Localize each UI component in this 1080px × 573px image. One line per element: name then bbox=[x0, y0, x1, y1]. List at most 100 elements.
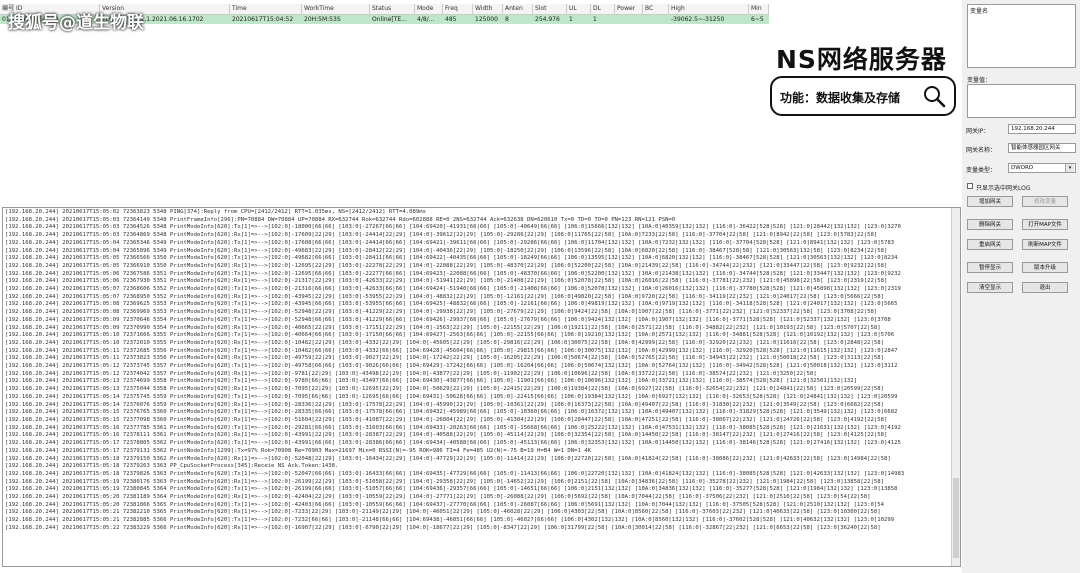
search-icon bbox=[924, 86, 946, 108]
log-line: [192.168.20.244] 20210617T15:05:03 72364… bbox=[5, 232, 878, 239]
log-line: [192.168.20.244] 20210617T15:05:09 72370… bbox=[5, 324, 881, 331]
column-header[interactable]: WorkTime bbox=[302, 4, 370, 14]
log-line: [192.168.20.244] 20210617T15:05:12 72373… bbox=[5, 363, 898, 370]
table-cell: 8 bbox=[505, 16, 509, 23]
watermark-text: 搜狐号@道生物联 bbox=[8, 13, 144, 33]
log-line: [192.168.20.244] 20210617T15:05:21 72382… bbox=[5, 509, 881, 516]
log-output[interactable]: [192.168.20.244] 20210617T15:05:02 72363… bbox=[2, 207, 961, 567]
log-line: [192.168.20.244] 20210617T15:05:16 72377… bbox=[5, 424, 901, 431]
table-cell bbox=[615, 15, 643, 24]
log-line: [192.168.20.244] 20210617T15:05:08 72369… bbox=[5, 301, 898, 308]
log-line: [192.168.20.244] 20210617T15:05:17 72378… bbox=[5, 440, 901, 447]
log-line: [192.168.20.244] 20210617T15:05:05 72366… bbox=[5, 262, 888, 269]
gateway-name-field[interactable]: 智能体感器园区网关 bbox=[1008, 143, 1076, 153]
log-line: [192.168.20.244] 20210617T15:05:20 72381… bbox=[5, 494, 871, 501]
log-line: [192.168.20.244] 20210617T15:05:19 72380… bbox=[5, 486, 898, 493]
log-line: [192.168.20.244] 20210617T15:05:13 72375… bbox=[5, 386, 884, 393]
log-line: [192.168.20.244] 20210617T15:05:18 72379… bbox=[5, 470, 905, 477]
show-selected-log-checkbox[interactable] bbox=[967, 183, 973, 189]
gateway-ip-label: 网关IP： bbox=[966, 128, 990, 135]
log-line: [192.168.20.244] 20210617T15:05:22 72383… bbox=[5, 524, 881, 531]
action-button[interactable]: 暂停显示 bbox=[967, 262, 1013, 273]
gateway-name-label: 网关名称： bbox=[966, 147, 997, 154]
var-value-box[interactable] bbox=[967, 84, 1076, 118]
log-line: [192.168.20.244] 20210617T15:05:12 72374… bbox=[5, 370, 817, 377]
log-line: [192.168.20.244] 20210617T15:05:17 72379… bbox=[5, 447, 591, 454]
table-cell: 1 bbox=[569, 16, 573, 23]
column-header[interactable]: DL bbox=[591, 4, 615, 14]
gateway-ip-field[interactable]: 192.168.20.244 bbox=[1008, 124, 1076, 134]
scrollbar-thumb[interactable] bbox=[953, 478, 959, 558]
log-line: [192.168.20.244] 20210617T15:05:06 72367… bbox=[5, 270, 901, 277]
table-cell: 1 bbox=[593, 16, 597, 23]
action-button[interactable]: 修改变量 bbox=[1022, 196, 1068, 207]
show-selected-log-label: 只显示选中网关LOG bbox=[976, 185, 1031, 192]
var-name-label: 变量名 bbox=[970, 8, 989, 15]
column-header[interactable]: BC bbox=[643, 4, 669, 14]
var-type-select[interactable]: DWORD ▾ bbox=[1008, 163, 1076, 173]
var-type-value: DWORD bbox=[1011, 165, 1034, 171]
var-value-label: 变量值： bbox=[967, 77, 992, 84]
table-cell: 20210617T15:04:52 bbox=[232, 16, 294, 23]
table-cell: 6~5 bbox=[751, 16, 764, 23]
log-line: [192.168.20.244] 20210617T15:05:13 72374… bbox=[5, 378, 858, 385]
column-header[interactable]: Mode bbox=[415, 4, 443, 14]
log-line: [192.168.20.244] 20210617T15:05:10 72371… bbox=[5, 332, 895, 339]
log-line: [192.168.20.244] 20210617T15:05:14 72376… bbox=[5, 401, 884, 408]
column-header[interactable]: High bbox=[669, 4, 749, 14]
action-button[interactable]: 版本升级 bbox=[1022, 262, 1068, 273]
log-line: [192.168.20.244] 20210617T15:05:11 72372… bbox=[5, 347, 898, 354]
table-cell: 4/8/... bbox=[417, 16, 435, 23]
log-line: [192.168.20.244] 20210617T15:05:21 72382… bbox=[5, 517, 895, 524]
log-scrollbar[interactable] bbox=[951, 208, 960, 566]
log-line: [192.168.20.244] 20210617T15:05:07 72368… bbox=[5, 293, 884, 300]
log-line: [192.168.20.244] 20210617T15:05:03 72364… bbox=[5, 216, 676, 223]
action-button[interactable]: 刷新MAP文件 bbox=[1022, 239, 1068, 250]
var-type-label: 变量类型： bbox=[966, 167, 997, 174]
column-header[interactable]: Anten bbox=[503, 4, 533, 14]
log-line: [192.168.20.244] 20210617T15:05:14 72375… bbox=[5, 393, 898, 400]
log-line: [192.168.20.244] 20210617T15:05:11 72373… bbox=[5, 355, 884, 362]
table-cell: 125000 bbox=[475, 16, 498, 23]
log-line: [192.168.20.244] 20210617T15:05:06 72367… bbox=[5, 278, 888, 285]
column-header[interactable]: UL bbox=[567, 4, 591, 14]
column-header[interactable]: Freq bbox=[443, 4, 473, 14]
log-line: [192.168.20.244] 20210617T15:05:05 72366… bbox=[5, 255, 898, 262]
log-line: [192.168.20.244] 20210617T15:05:07 72368… bbox=[5, 286, 901, 293]
action-button[interactable]: 退出 bbox=[1022, 282, 1068, 293]
table-cell: 254.976 bbox=[535, 16, 560, 23]
action-button[interactable]: 清空显示 bbox=[967, 282, 1013, 293]
column-header[interactable]: Slot bbox=[533, 4, 567, 14]
log-line: [192.168.20.244] 20210617T15:05:08 72369… bbox=[5, 309, 878, 316]
column-header[interactable]: Width bbox=[473, 4, 503, 14]
log-line: [192.168.20.244] 20210617T15:05:18 72379… bbox=[5, 455, 891, 462]
action-button[interactable]: 增加网关 bbox=[967, 196, 1013, 207]
action-button[interactable]: 打开MAP文件 bbox=[1022, 219, 1068, 230]
table-cell: Online[TE... bbox=[372, 16, 407, 23]
log-line: [192.168.20.244] 20210617T15:05:15 72376… bbox=[5, 409, 898, 416]
log-line: [192.168.20.244] 20210617T15:05:09 72370… bbox=[5, 316, 891, 323]
column-header[interactable]: Power bbox=[615, 4, 643, 14]
table-cell: -39062.5~-31250 bbox=[671, 16, 725, 23]
log-line: [192.168.20.244] 20210617T15:05:15 72377… bbox=[5, 416, 888, 423]
log-line: [192.168.20.244] 20210617T15:05:04 72365… bbox=[5, 247, 888, 254]
log-line: [192.168.20.244] 20210617T15:05:03 72364… bbox=[5, 224, 901, 231]
function-label: 功能：数据收集及存储 bbox=[780, 91, 901, 105]
column-header[interactable]: Status bbox=[370, 4, 415, 14]
right-panel: 变量名 变量值： 网关IP： 192.168.20.244 网关名称： 智能体感… bbox=[962, 0, 1080, 573]
table-cell: 485 bbox=[445, 16, 457, 23]
log-line: [192.168.20.244] 20210617T15:05:02 72363… bbox=[5, 209, 426, 215]
log-line: [192.168.20.244] 20210617T15:05:19 72380… bbox=[5, 478, 884, 485]
log-line: [192.168.20.244] 20210617T15:05:18 72379… bbox=[5, 463, 339, 470]
action-button[interactable]: 删除网关 bbox=[967, 219, 1013, 230]
log-line: [192.168.20.244] 20210617T15:05:04 72365… bbox=[5, 239, 895, 246]
chevron-down-icon[interactable]: ▾ bbox=[1065, 164, 1074, 172]
log-line: [192.168.20.244] 20210617T15:05:16 72378… bbox=[5, 432, 888, 439]
log-line: [192.168.20.244] 20210617T15:05:10 72372… bbox=[5, 339, 884, 346]
log-line: [192.168.20.244] 20210617T15:05:20 72381… bbox=[5, 501, 884, 508]
table-cell: 20H:5M:53S bbox=[304, 16, 341, 23]
column-header[interactable]: Time bbox=[230, 4, 302, 14]
overlay-title: NS网络服务器 bbox=[776, 45, 947, 74]
action-button[interactable]: 重启网关 bbox=[967, 239, 1013, 250]
column-header[interactable]: Min bbox=[749, 4, 769, 14]
